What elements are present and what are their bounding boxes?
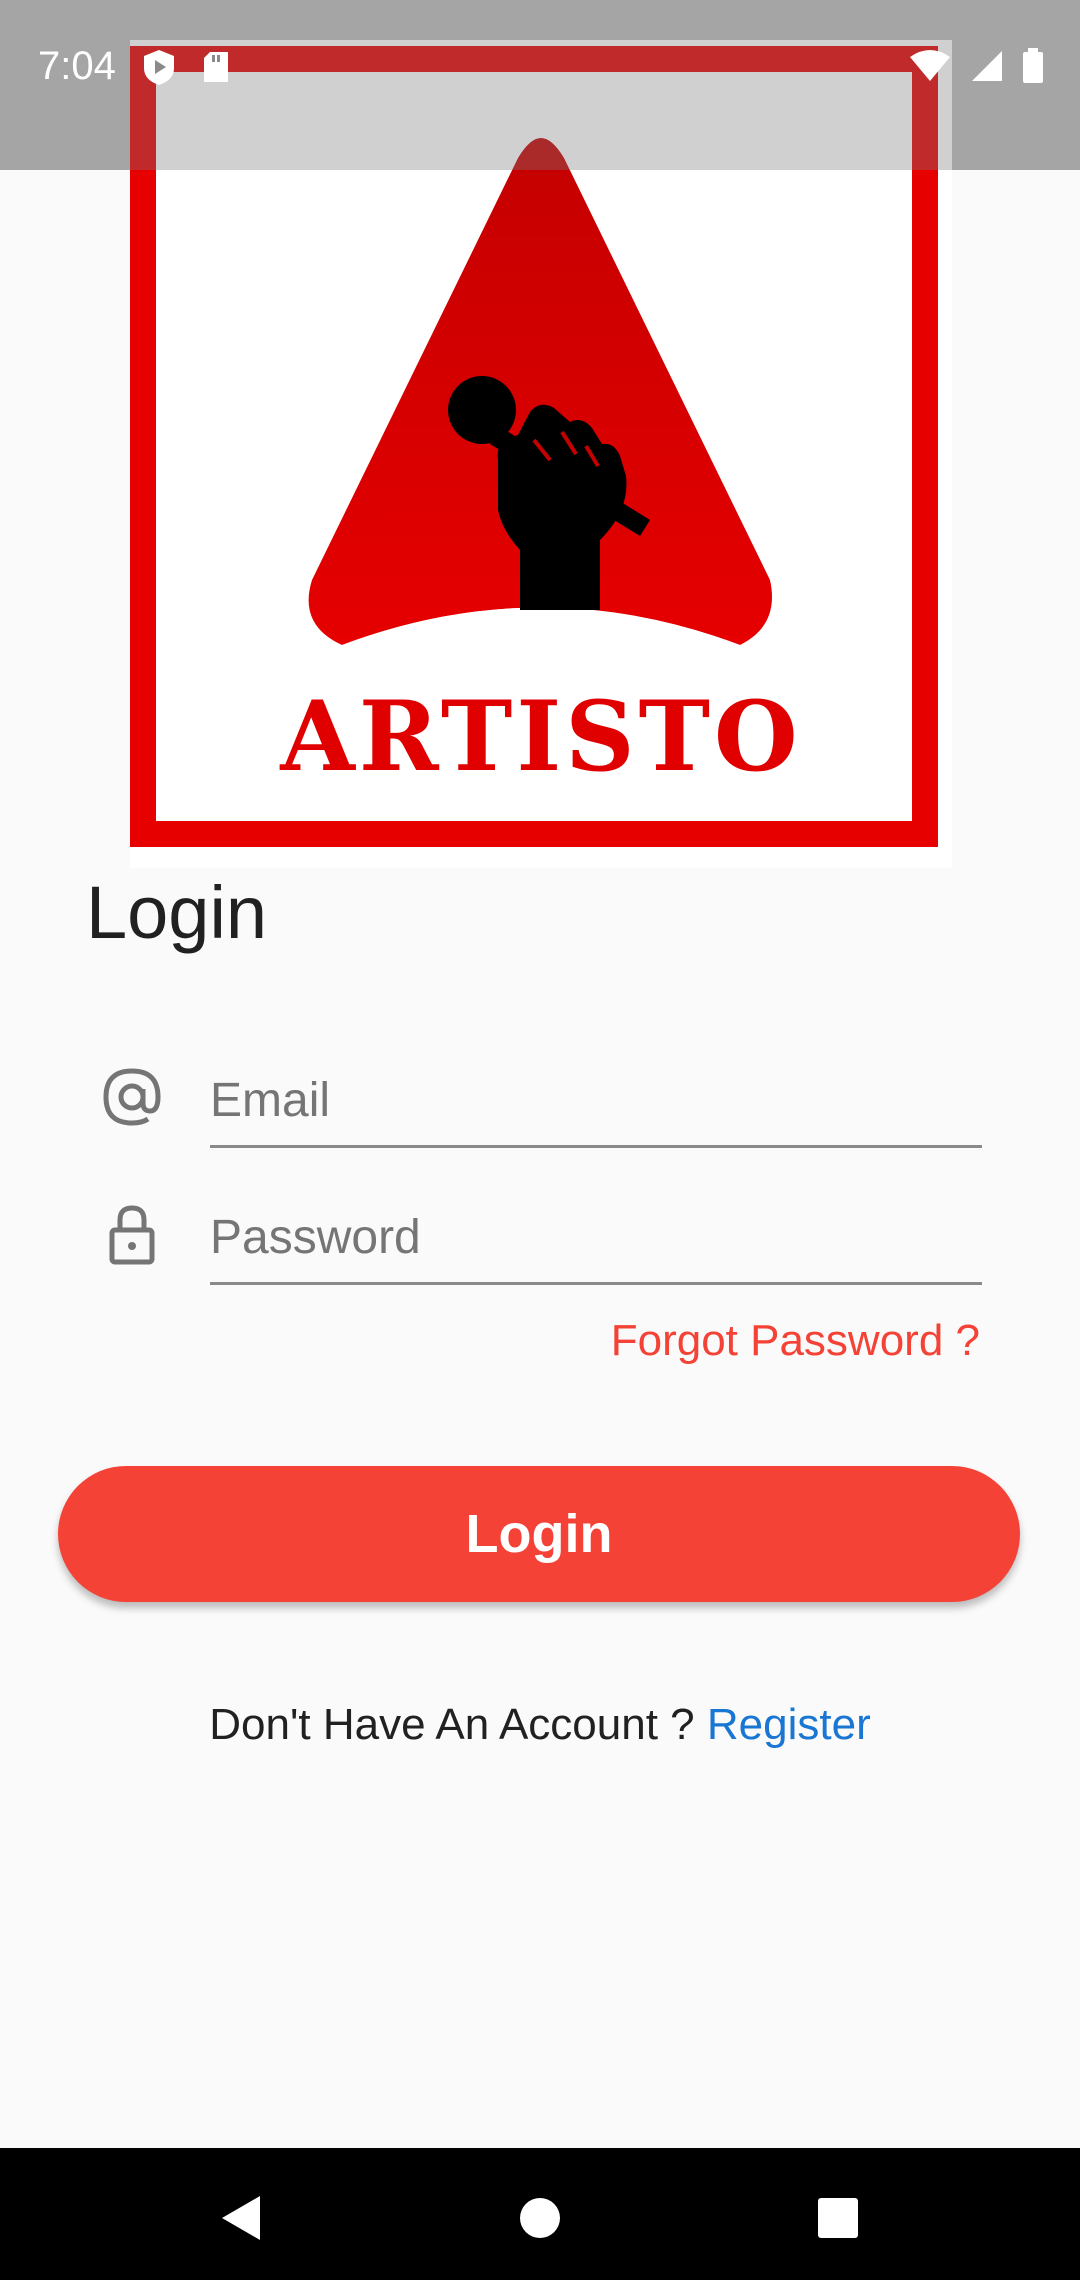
back-triangle-icon[interactable]	[212, 2188, 272, 2248]
password-field[interactable]	[210, 1192, 982, 1285]
register-prompt: Don't Have An Account ? Register	[0, 1700, 1080, 1750]
recents-square-icon[interactable]	[808, 2188, 868, 2248]
app-logo: ARTISTO	[130, 40, 952, 868]
logo-brand-text: ARTISTO	[280, 680, 802, 793]
register-link[interactable]: Register	[707, 1700, 871, 1749]
register-prompt-text: Don't Have An Account ?	[209, 1700, 695, 1749]
home-circle-icon[interactable]	[510, 2188, 570, 2248]
login-button[interactable]: Login	[58, 1466, 1020, 1602]
navigation-bar	[0, 2148, 1080, 2280]
at-sign-icon	[103, 1068, 161, 1126]
page-title: Login	[86, 871, 268, 954]
email-field[interactable]	[210, 1055, 982, 1148]
lock-icon	[109, 1205, 155, 1265]
password-row	[0, 1172, 1080, 1302]
email-row	[0, 1035, 1080, 1165]
forgot-password-link[interactable]: Forgot Password ?	[611, 1316, 980, 1366]
